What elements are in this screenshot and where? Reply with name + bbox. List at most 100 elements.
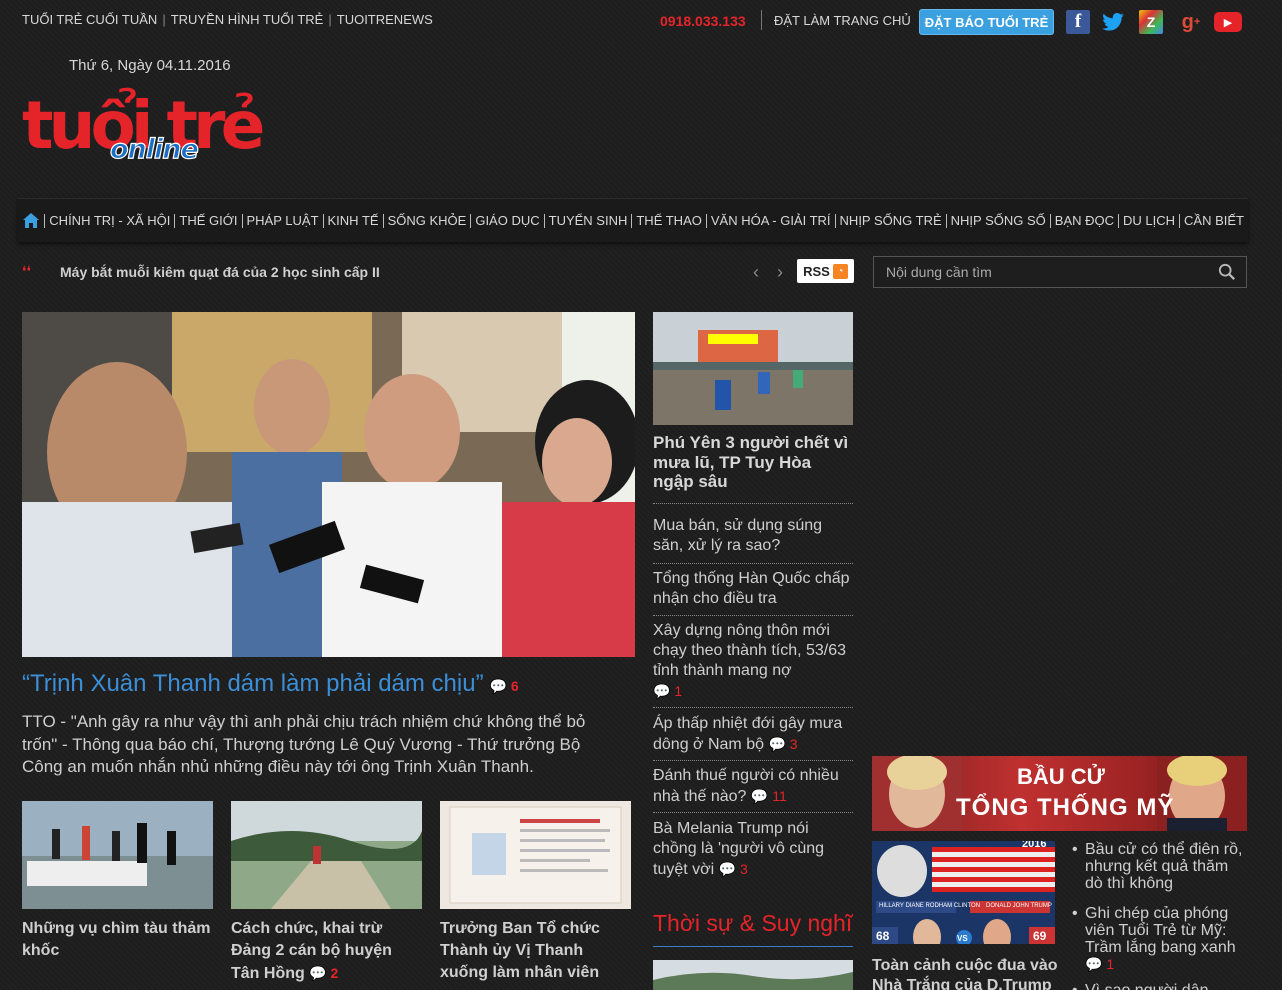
comment-count-value: 3	[739, 861, 748, 877]
elect-score-left: 68	[876, 929, 890, 943]
hotline[interactable]: 0918.033.133	[660, 13, 746, 29]
divider	[653, 503, 853, 504]
nav-list: CHÍNH TRỊ - XÃ HỘI THẾ GIỚI PHÁP LUẬT KI…	[40, 213, 1248, 228]
comment-count: 💬 3	[718, 861, 748, 877]
mid-lead-title[interactable]: Phú Yên 3 người chết vì mưa lũ, TP Tuy H…	[653, 433, 853, 492]
nav-item-du-lich[interactable]: DU LỊCH	[1118, 213, 1179, 228]
banner-line-1: BẦU CỬ	[1017, 764, 1105, 789]
nav-item-chinh-tri[interactable]: CHÍNH TRỊ - XÃ HỘI	[44, 213, 174, 228]
facebook-icon[interactable]: f	[1066, 10, 1090, 34]
election-caption[interactable]: Toàn cảnh cuộc đua vào Nhà Trắng của D.T…	[872, 956, 1072, 990]
election-photo[interactable]: 2016 HILLARY DIANE RODHAM CLINTON DONALD…	[872, 841, 1055, 944]
main-headline-text[interactable]: “Trịnh Xuân Thanh dám làm phải dám chịu”	[22, 670, 484, 697]
top-link-cuoi-tuan[interactable]: TUỔI TRẺ CUỐI TUẦN	[22, 12, 157, 27]
search-input[interactable]	[874, 257, 1194, 287]
elect-name-right: DONALD JOHN TRUMP	[986, 903, 1052, 909]
twitter-icon[interactable]	[1101, 10, 1125, 34]
divider	[653, 563, 853, 564]
mid-item-6[interactable]: Bà Melania Trump nói chồng là 'người vô …	[653, 819, 853, 880]
comment-count: 💬 6	[490, 678, 519, 694]
thumb-image-diploma[interactable]	[440, 801, 631, 909]
home-icon[interactable]	[22, 211, 40, 231]
nav-item-the-thao[interactable]: THỂ THAO	[631, 213, 706, 228]
thumb-image-bridge[interactable]	[231, 801, 422, 909]
comment-count: 💬 1	[1085, 956, 1115, 972]
elect-score-right: 69	[1033, 929, 1047, 943]
thumb-title-1[interactable]: Những vụ chìm tàu thảm khốc	[22, 918, 213, 962]
right-list-item-1[interactable]: • Bầu cử có thể điên rồ, nhưng kết quả t…	[1072, 841, 1248, 892]
youtube-icon[interactable]: ▶	[1214, 12, 1242, 32]
election-banner[interactable]: BẦU CỬ TỔNG THỐNG MỸ	[872, 756, 1247, 831]
bullet: •	[1072, 905, 1078, 922]
divider	[653, 812, 853, 813]
mid-item-1[interactable]: Mua bán, sử dụng súng săn, xử lý ra sao?	[653, 516, 853, 556]
search-icon[interactable]	[1218, 263, 1236, 281]
thumb-image-shipwreck[interactable]	[22, 801, 213, 909]
chevron-right-icon[interactable]: ›	[777, 262, 783, 283]
top-link-truyen-hinh[interactable]: TRUYỀN HÌNH TUỔI TRẺ	[171, 12, 324, 27]
current-date: Thứ 6, Ngày 04.11.2016	[69, 57, 231, 74]
flood-photo[interactable]	[653, 312, 853, 425]
logo-sub-text: online	[109, 133, 199, 165]
nav-item-nhip-song-tre[interactable]: NHỊP SỐNG TRẺ	[834, 213, 946, 228]
comment-count-value: 2	[330, 965, 339, 981]
section-photo[interactable]	[653, 960, 853, 990]
zing-icon[interactable]: Z	[1139, 10, 1163, 34]
site-logo[interactable]: tuổi trẻ online	[22, 86, 274, 170]
rss-button[interactable]: RSS ◔	[797, 259, 854, 283]
right-list-item-1-text[interactable]: Bầu cử có thể điên rồ, nhưng kết quả thă…	[1072, 841, 1248, 892]
elect-year: 2016	[1022, 841, 1047, 850]
main-article-photo[interactable]	[22, 312, 635, 657]
comment-count: 💬 1	[653, 683, 683, 699]
mid-item-2[interactable]: Tổng thống Hàn Quốc chấp nhận cho điều t…	[653, 569, 853, 609]
nav-item-the-gioi[interactable]: THẾ GIỚI	[174, 213, 241, 228]
rss-icon: ◔	[832, 263, 848, 279]
search-box	[873, 256, 1247, 288]
nav-item-nhip-song-so[interactable]: NHỊP SỐNG SỐ	[945, 213, 1050, 228]
breaking-ticker[interactable]: Máy bắt muỗi kiêm quạt đá của 2 học sinh…	[60, 264, 380, 280]
main-headline[interactable]: “Trịnh Xuân Thanh dám làm phải dám chịu”…	[22, 670, 519, 698]
mid-item-3-text[interactable]: Xây dựng nông thôn mới chạy theo thành t…	[653, 622, 846, 679]
nav-item-phap-luat[interactable]: PHÁP LUẬT	[241, 213, 323, 228]
comment-count: 💬 2	[309, 965, 339, 981]
mid-item-3[interactable]: Xây dựng nông thôn mới chạy theo thành t…	[653, 621, 853, 702]
divider	[653, 615, 853, 616]
mid-item-4[interactable]: Áp thấp nhiệt đới gây mưa dông ở Nam bộ …	[653, 714, 853, 755]
nav-item-can-biet[interactable]: CẦN BIẾT	[1179, 213, 1248, 228]
divider	[761, 10, 762, 30]
top-link-tuoitrenews[interactable]: TUOITRENEWS	[337, 12, 433, 27]
comment-count: 💬 3	[768, 736, 798, 752]
mid-item-4-text[interactable]: Áp thấp nhiệt đới gây mưa dông ở Nam bộ	[653, 715, 842, 753]
nav-item-song-khoe[interactable]: SỐNG KHỎE	[382, 213, 471, 228]
set-homepage-link[interactable]: ĐẶT LÀM TRANG CHỦ	[774, 13, 911, 28]
right-list-item-3-text[interactable]: Vì sao người dân	[1072, 982, 1248, 990]
nav-item-tuyen-sinh[interactable]: TUYỂN SINH	[543, 213, 632, 228]
section-title[interactable]: Thời sự & Suy nghĩ	[653, 910, 852, 937]
top-links: TUỔI TRẺ CUỐI TUẦN | TRUYỀN HÌNH TUỔI TR…	[22, 12, 433, 27]
right-list-item-2-text[interactable]: Ghi chép của phóng viên Tuổi Trẻ từ Mỹ: …	[1072, 905, 1248, 956]
nav-item-van-hoa[interactable]: VĂN HÓA - GIẢI TRÍ	[705, 213, 835, 228]
mid-item-5-text[interactable]: Đánh thuế người có nhiều nhà thế nào?	[653, 767, 839, 805]
divider	[653, 760, 853, 761]
mid-item-5[interactable]: Đánh thuế người có nhiều nhà thế nào? 💬 …	[653, 766, 853, 807]
quote-icon: ❛❛	[22, 263, 32, 279]
nav-item-ban-doc[interactable]: BẠN ĐỌC	[1049, 213, 1118, 228]
banner-line-2: TỔNG THỐNG MỸ	[956, 794, 1175, 821]
comment-icon: 💬	[489, 678, 508, 694]
comment-count-value: 1	[1106, 956, 1115, 972]
main-lead: TTO - "Anh gây ra như vậy thì anh phải c…	[22, 712, 586, 776]
bullet: •	[1072, 982, 1078, 990]
nav-item-kinh-te[interactable]: KINH TẾ	[322, 213, 383, 228]
comment-count-value: 11	[772, 788, 787, 804]
subscribe-button[interactable]: ĐẶT BÁO TUỔI TRẺ	[919, 9, 1054, 35]
elect-vs: VS	[957, 934, 968, 943]
nav-item-giao-duc[interactable]: GIÁO DỤC	[470, 213, 543, 228]
google-plus-icon[interactable]: g +	[1176, 10, 1206, 34]
right-list-item-3[interactable]: • Vì sao người dân	[1072, 982, 1248, 990]
comment-count-value: 1	[674, 683, 683, 699]
thumb-title-3[interactable]: Trưởng Ban Tổ chức Thành ủy Vị Thanh xuố…	[440, 918, 631, 984]
chevron-left-icon[interactable]: ‹	[753, 262, 759, 283]
divider	[653, 707, 853, 708]
right-list-item-2[interactable]: • Ghi chép của phóng viên Tuổi Trẻ từ Mỹ…	[1072, 905, 1248, 973]
thumb-title-2[interactable]: Cách chức, khai trừ Đảng 2 cán bộ huyện …	[231, 918, 422, 985]
